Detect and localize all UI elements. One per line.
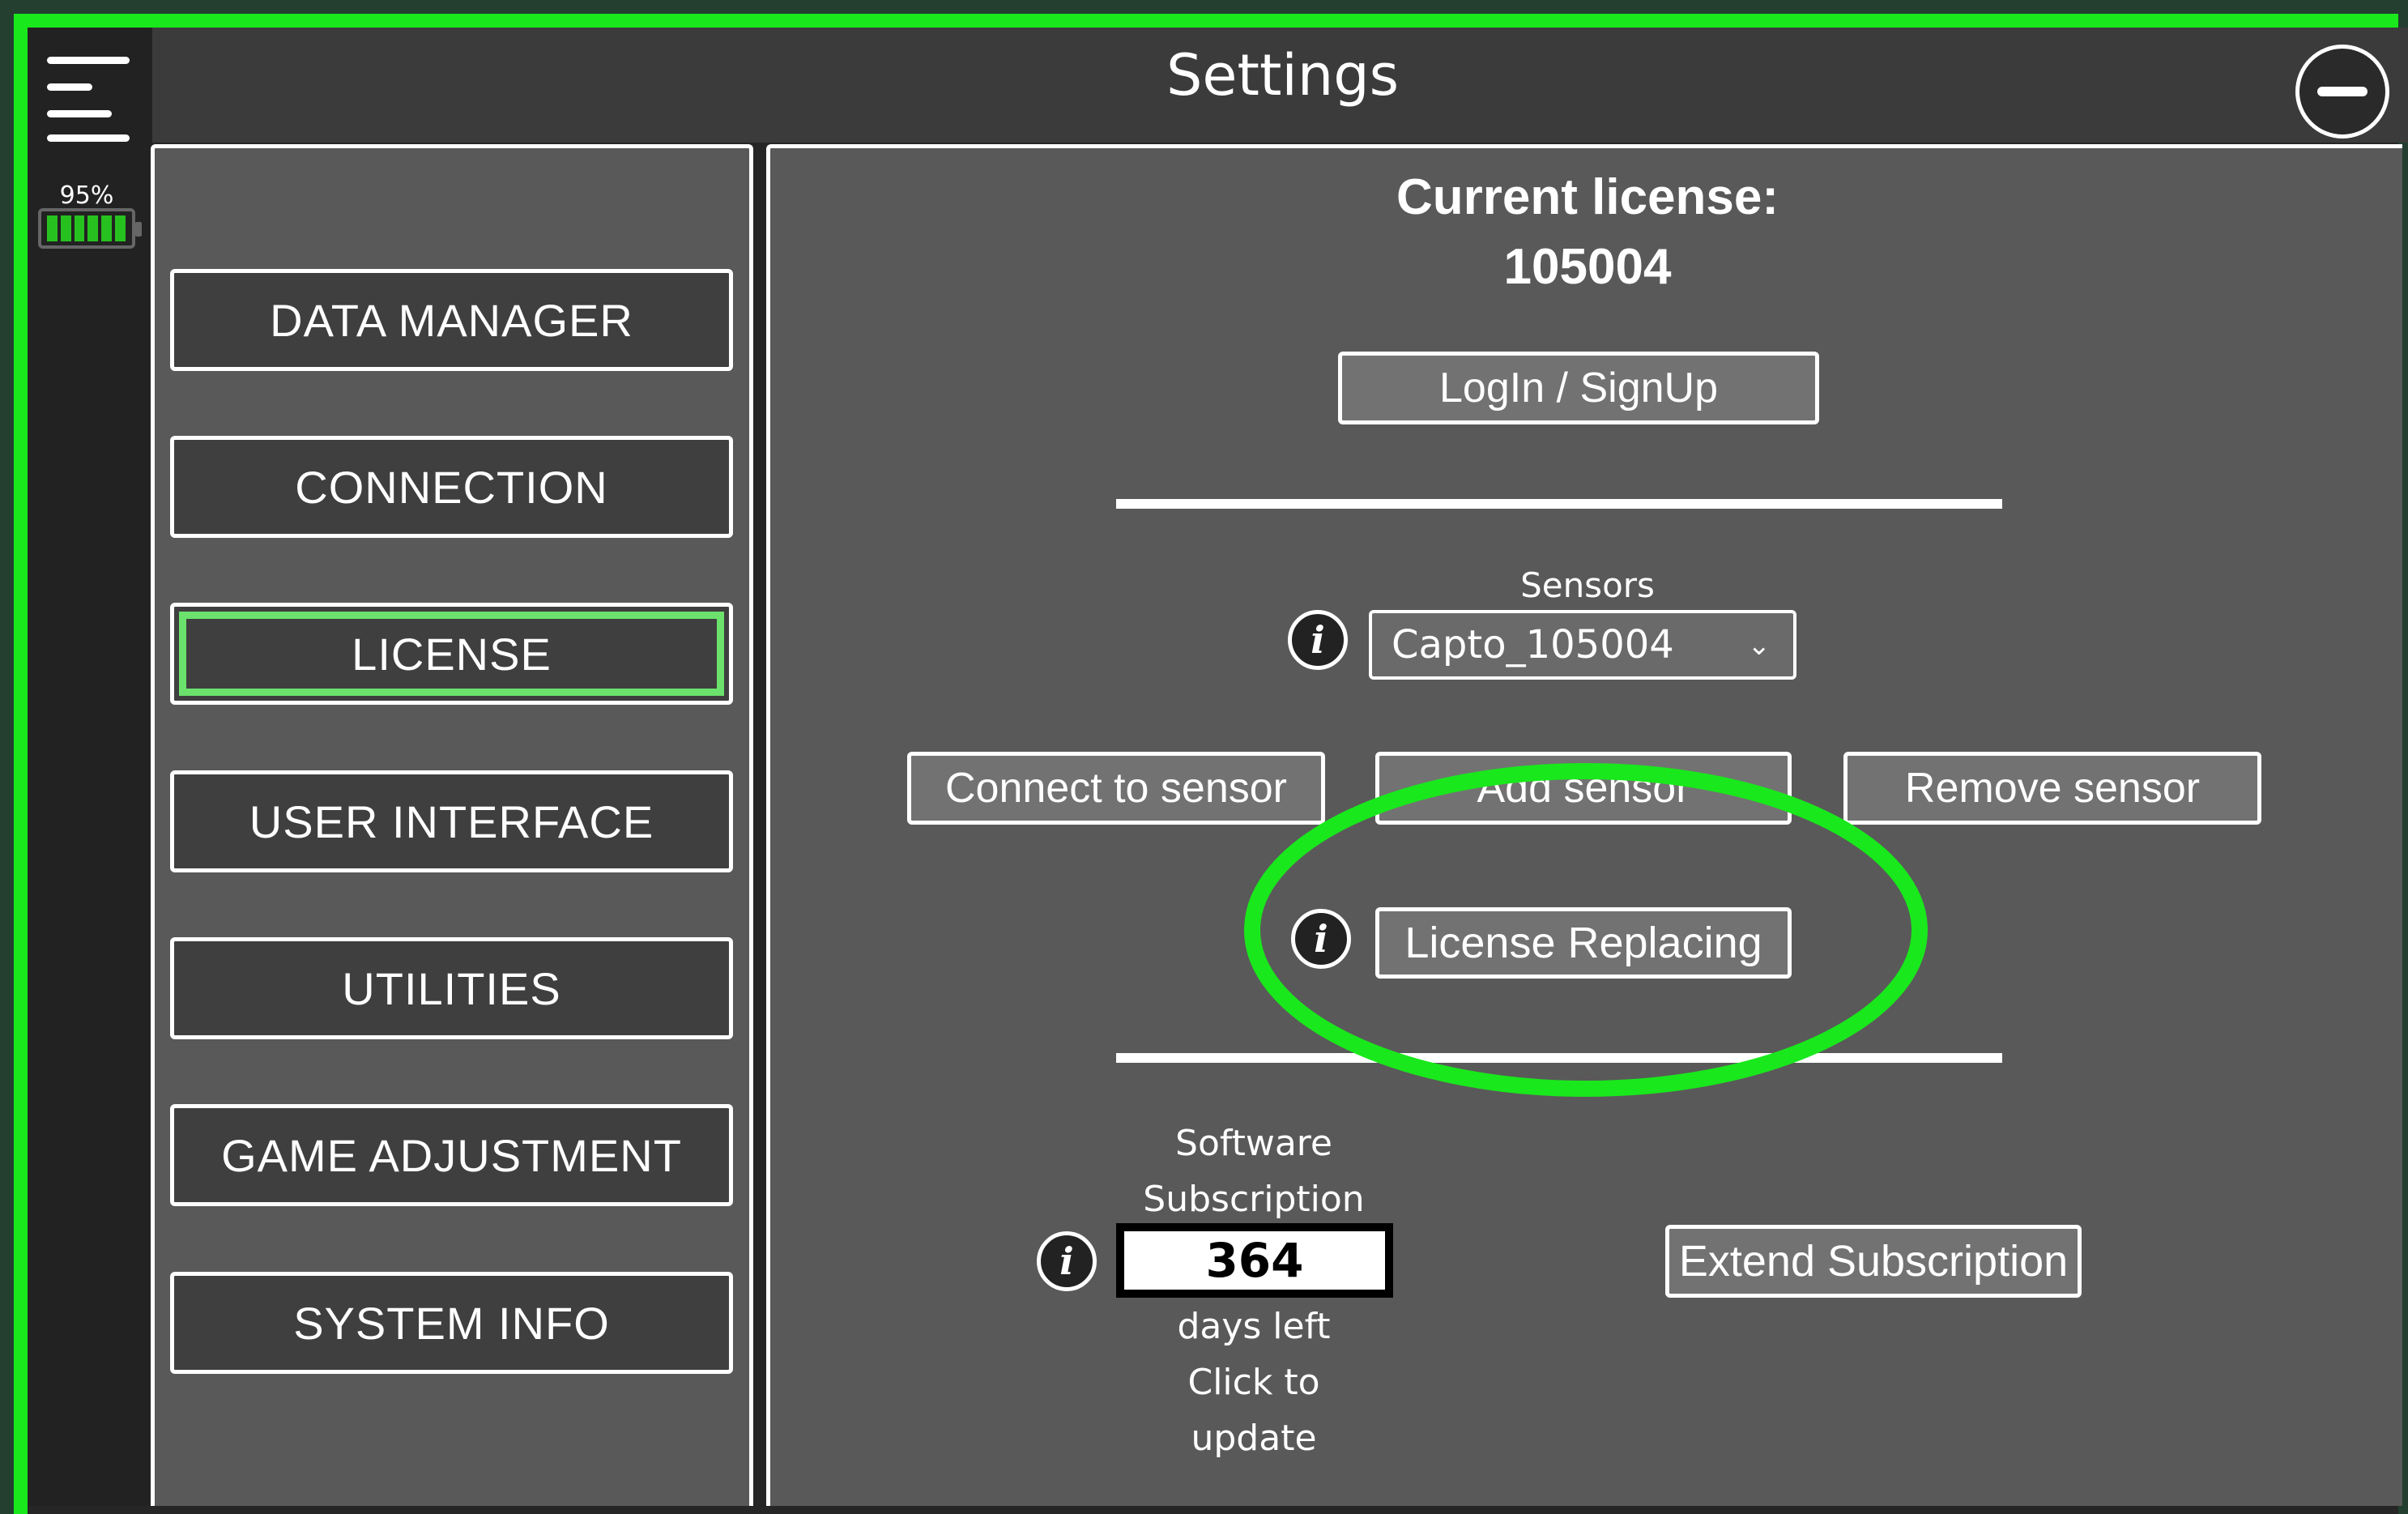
- left-status-strip: [28, 28, 152, 1506]
- extend-subscription-button[interactable]: Extend Subscription: [1665, 1225, 2082, 1298]
- remove-sensor-button[interactable]: Remove sensor: [1843, 752, 2261, 825]
- nav-game-adjustment[interactable]: GAME ADJUSTMENT: [170, 1104, 733, 1206]
- days-left-value[interactable]: 364: [1116, 1223, 1393, 1298]
- license-panel: [766, 144, 2402, 1506]
- current-license-title: Current license:: [1396, 169, 1779, 225]
- login-signup-button[interactable]: LogIn / SignUp: [1338, 352, 1819, 424]
- nav-utilities[interactable]: UTILITIES: [170, 937, 733, 1039]
- nav-license[interactable]: LICENSE: [170, 603, 733, 705]
- sensors-info-icon[interactable]: i: [1288, 610, 1348, 670]
- hamburger-menu-icon[interactable]: [47, 57, 133, 144]
- sensor-select[interactable]: Capto_105004 ⌄: [1369, 610, 1796, 680]
- minimize-close-icon[interactable]: [2295, 45, 2389, 139]
- license-replacing-button[interactable]: License Replacing: [1375, 907, 1792, 979]
- divider: [1116, 499, 2002, 509]
- sensors-label: Sensors: [1520, 565, 1655, 605]
- add-sensor-button[interactable]: Add sensor: [1375, 752, 1792, 825]
- click-to-update-line2[interactable]: update: [1092, 1418, 1416, 1459]
- sensor-select-value: Capto_105004: [1392, 622, 1674, 667]
- subscription-label-line1: Software: [1175, 1123, 1332, 1164]
- license-replacing-info-icon[interactable]: i: [1291, 909, 1351, 969]
- page-title: Settings: [1166, 42, 1400, 109]
- nav-system-info[interactable]: SYSTEM INFO: [170, 1272, 733, 1374]
- battery-icon: [38, 208, 142, 249]
- subscription-label-line2: Subscription: [1143, 1179, 1365, 1220]
- subscription-info-icon[interactable]: i: [1037, 1231, 1097, 1291]
- divider: [1116, 1053, 2002, 1063]
- click-to-update-line1[interactable]: Click to: [1092, 1362, 1416, 1403]
- battery-percent: 95%: [59, 181, 114, 210]
- nav-connection[interactable]: CONNECTION: [170, 436, 733, 538]
- nav-user-interface[interactable]: USER INTERFACE: [170, 770, 733, 872]
- connect-to-sensor-button[interactable]: Connect to sensor: [907, 752, 1325, 825]
- chevron-down-icon: ⌄: [1747, 629, 1771, 662]
- license-number: 105004: [1503, 239, 1672, 295]
- days-left-label: days left: [1177, 1306, 1331, 1347]
- nav-data-manager[interactable]: DATA MANAGER: [170, 269, 733, 371]
